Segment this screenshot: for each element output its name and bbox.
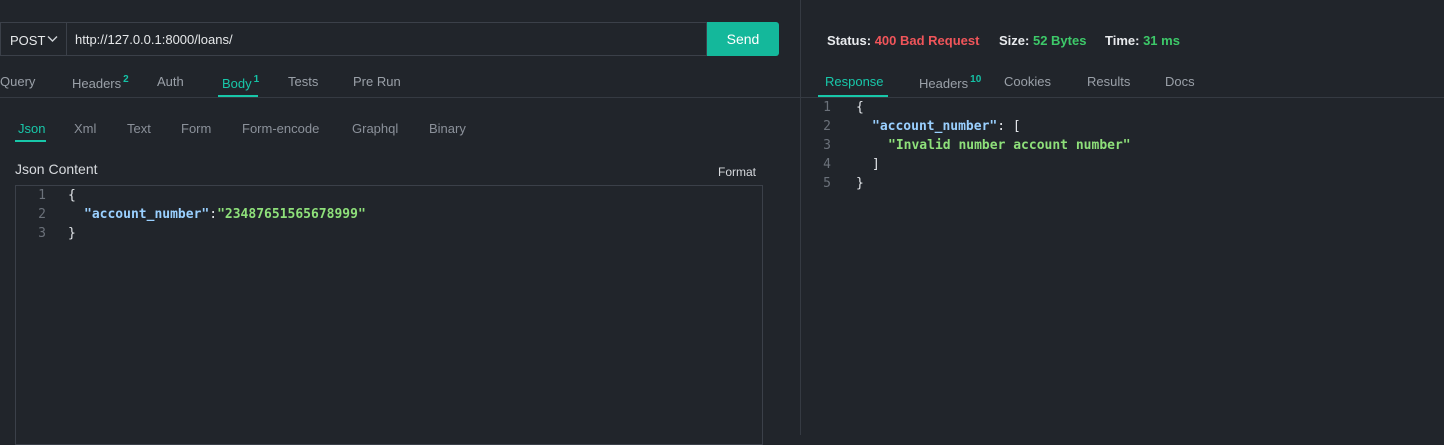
line-number: 1 [823,100,831,115]
tab-auth[interactable]: Auth [157,74,184,89]
body-tab-json[interactable]: Json [18,121,45,136]
request-body-editor[interactable]: 1 2 3 { "account_number":"23487651565678… [15,185,763,445]
body-tab-text[interactable]: Text [127,121,151,136]
code-colon: : [209,207,218,222]
body-tab-xml[interactable]: Xml [74,121,96,136]
chevron-down-icon [47,36,58,42]
tab-query[interactable]: Query [0,74,35,89]
tab-cookies-label: Cookies [1004,74,1051,89]
tab-query-label: Query [0,74,36,89]
tab-pre-run[interactable]: Pre Run [353,74,401,89]
request-bar: POST Send [0,22,779,56]
response-key: "account_number" [872,119,998,134]
line-number: 5 [823,176,831,191]
body-tab-form[interactable]: Form [181,121,211,136]
line-number: 1 [38,188,46,203]
code-brace-open: { [68,188,76,203]
response-error-message: "Invalid number account number" [888,138,1131,153]
tab-tests[interactable]: Tests [288,74,318,89]
tab-auth-label: Auth [157,74,184,89]
tab-headers-badge: 2 [123,74,129,85]
size-value: 52 Bytes [1032,33,1087,48]
line-number: 4 [823,157,831,172]
tab-response-label: Response [825,74,884,89]
response-code-line: "account_number": [ [872,119,1021,134]
code-key: "account_number" [84,207,210,222]
tab-response-headers[interactable]: Headers 10 [919,74,981,91]
time-label: Time: [1105,33,1140,48]
json-content-title: Json Content [15,161,98,177]
tab-response-headers-badge: 10 [970,74,982,85]
tab-cookies[interactable]: Cookies [1004,74,1051,89]
body-tab-json-indicator [15,140,46,142]
line-number: 2 [38,207,46,222]
time-info: Time: 31 ms [1105,33,1180,48]
body-tab-graphql[interactable]: Graphql [352,121,398,136]
tab-docs[interactable]: Docs [1165,74,1195,89]
response-colon-bracket: : [ [997,119,1021,134]
send-button[interactable]: Send [707,22,779,56]
tab-body-label: Body [222,76,252,91]
tab-headers[interactable]: Headers 2 [72,74,129,91]
time-value: 31 ms [1143,33,1180,48]
tab-tests-label: Tests [288,74,319,89]
tab-results[interactable]: Results [1087,74,1130,89]
tab-headers-label: Headers [72,76,122,91]
code-line: "account_number":"23487651565678999" [84,207,366,222]
tab-body[interactable]: Body 1 [222,74,259,91]
response-brace-close: } [856,176,864,191]
status-value: 400 Bad Request [874,33,980,48]
response-brace-open: { [856,100,864,115]
code-brace-close: } [68,226,76,241]
format-button[interactable]: Format [718,165,756,179]
tab-pre-run-label: Pre Run [353,74,401,89]
response-body-viewer[interactable]: 1 2 3 4 5 { "account_number": [ "Invalid… [801,98,1444,435]
status-label: Status: [827,33,872,48]
tab-response[interactable]: Response [825,74,884,89]
line-number: 2 [823,119,831,134]
code-value: "23487651565678999" [217,207,366,222]
line-number: 3 [38,226,46,241]
method-label: POST [10,33,46,48]
url-input[interactable] [66,22,707,56]
method-select[interactable]: POST [0,22,66,56]
tab-body-badge: 1 [253,74,260,85]
response-bracket-close: ] [872,157,880,172]
status-info: Status: 400 Bad Request [827,33,979,48]
request-tabs-divider [0,97,800,98]
body-tab-form-encode[interactable]: Form-encode [242,121,319,136]
size-info: Size: 52 Bytes [999,33,1086,48]
size-label: Size: [999,33,1030,48]
line-number: 3 [823,138,831,153]
tab-results-label: Results [1087,74,1131,89]
body-tab-binary[interactable]: Binary [429,121,466,136]
tab-response-headers-label: Headers [919,76,969,91]
tab-docs-label: Docs [1165,74,1195,89]
